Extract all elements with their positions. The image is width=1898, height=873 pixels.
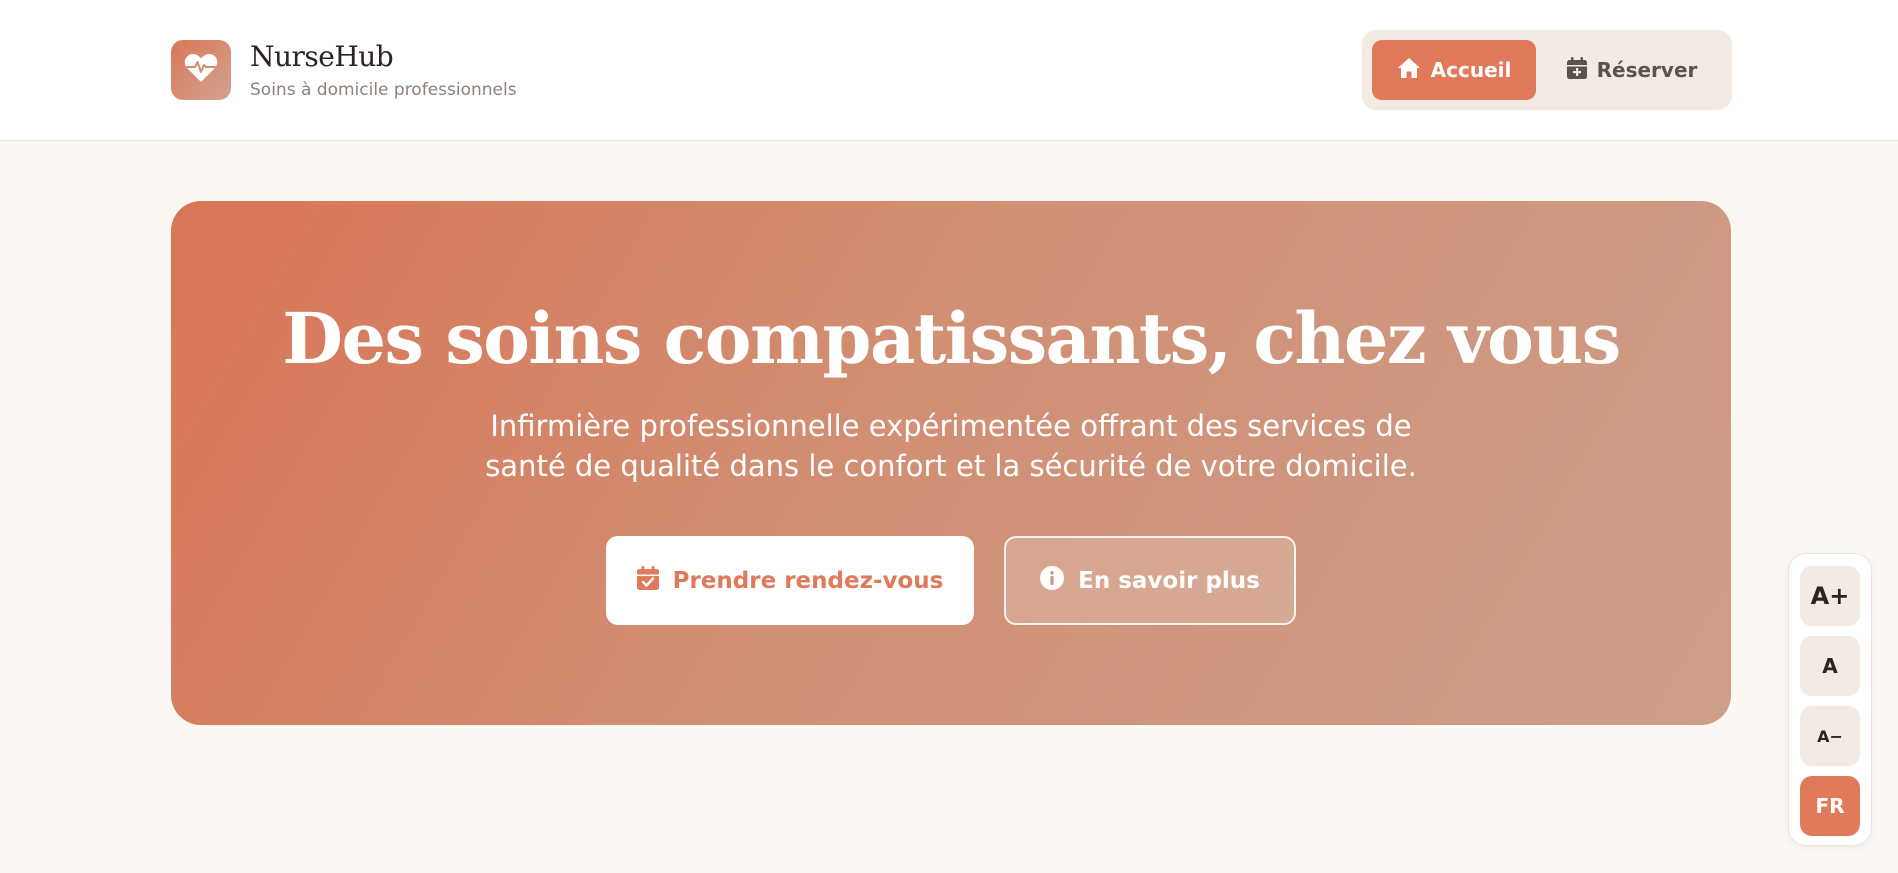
hero-description-line2: santé de qualité dans le confort et la s…: [485, 449, 1417, 483]
main-nav: Accueil Réserver: [1362, 30, 1732, 110]
learn-more-button[interactable]: En savoir plus: [1004, 536, 1296, 625]
hero-description: Infirmière professionnelle expérimentée …: [461, 406, 1441, 486]
hero-description-line1: Infirmière professionnelle expérimentée …: [490, 409, 1412, 443]
accessibility-panel: A+ A A− FR: [1788, 553, 1872, 846]
calendar-plus-icon: [1566, 56, 1587, 84]
hero-banner: Des soins compatissants, chez vous Infir…: [171, 201, 1731, 725]
language-toggle-button[interactable]: FR: [1800, 776, 1860, 836]
nav-accueil-label: Accueil: [1430, 58, 1512, 82]
brand-name[interactable]: NurseHub: [250, 40, 394, 73]
site-header: NurseHub Soins à domicile professionnels…: [0, 0, 1898, 141]
learn-more-label: En savoir plus: [1078, 567, 1260, 594]
font-increase-button[interactable]: A+: [1800, 566, 1860, 626]
logo[interactable]: [171, 40, 231, 100]
book-appointment-label: Prendre rendez-vous: [672, 567, 944, 594]
calendar-check-icon: [636, 565, 659, 596]
heart-pulse-icon: [184, 53, 218, 87]
nav-reserver-button[interactable]: Réserver: [1542, 40, 1722, 100]
nav-reserver-label: Réserver: [1596, 58, 1698, 82]
font-reset-button[interactable]: A: [1800, 636, 1860, 696]
home-icon: [1397, 57, 1421, 84]
brand-subtitle: Soins à domicile professionnels: [250, 80, 517, 100]
hero-title: Des soins compatissants, chez vous: [282, 297, 1621, 380]
book-appointment-button[interactable]: Prendre rendez-vous: [606, 536, 974, 625]
info-circle-icon: [1040, 565, 1065, 596]
font-decrease-button[interactable]: A−: [1800, 706, 1860, 766]
nav-accueil-button[interactable]: Accueil: [1372, 40, 1536, 100]
